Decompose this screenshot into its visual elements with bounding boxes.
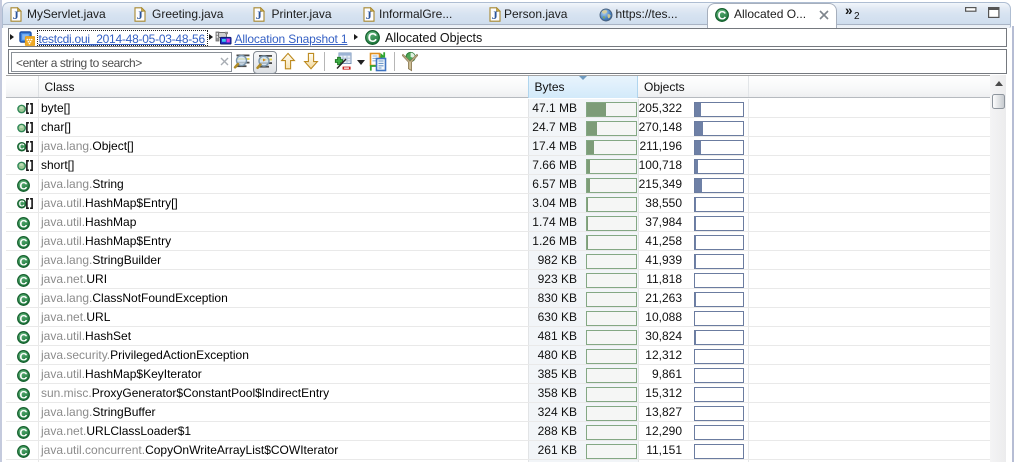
svg-text:J: J <box>13 8 19 22</box>
svg-text:J: J <box>366 8 372 22</box>
svg-text:C: C <box>20 332 28 344</box>
svg-text:C: C <box>19 143 25 152</box>
svg-text:C: C <box>20 180 28 192</box>
svg-text:C: C <box>20 218 28 230</box>
svg-text:J: J <box>492 8 498 22</box>
svg-text:C: C <box>20 237 28 249</box>
svg-text:C: C <box>20 294 28 306</box>
svg-text:C: C <box>20 313 28 325</box>
svg-text:C: C <box>20 408 28 420</box>
svg-text:C: C <box>20 427 28 439</box>
svg-text:C: C <box>20 446 28 458</box>
svg-text:C: C <box>20 351 28 363</box>
svg-text:C: C <box>20 389 28 401</box>
svg-text:C: C <box>20 370 28 382</box>
svg-text:C: C <box>20 275 28 287</box>
svg-text:C: C <box>368 30 378 45</box>
svg-text:J: J <box>256 8 262 22</box>
svg-text:C: C <box>20 256 28 268</box>
svg-text:C: C <box>19 200 25 209</box>
svg-text:J: J <box>137 8 143 22</box>
svg-text:C: C <box>718 8 727 22</box>
